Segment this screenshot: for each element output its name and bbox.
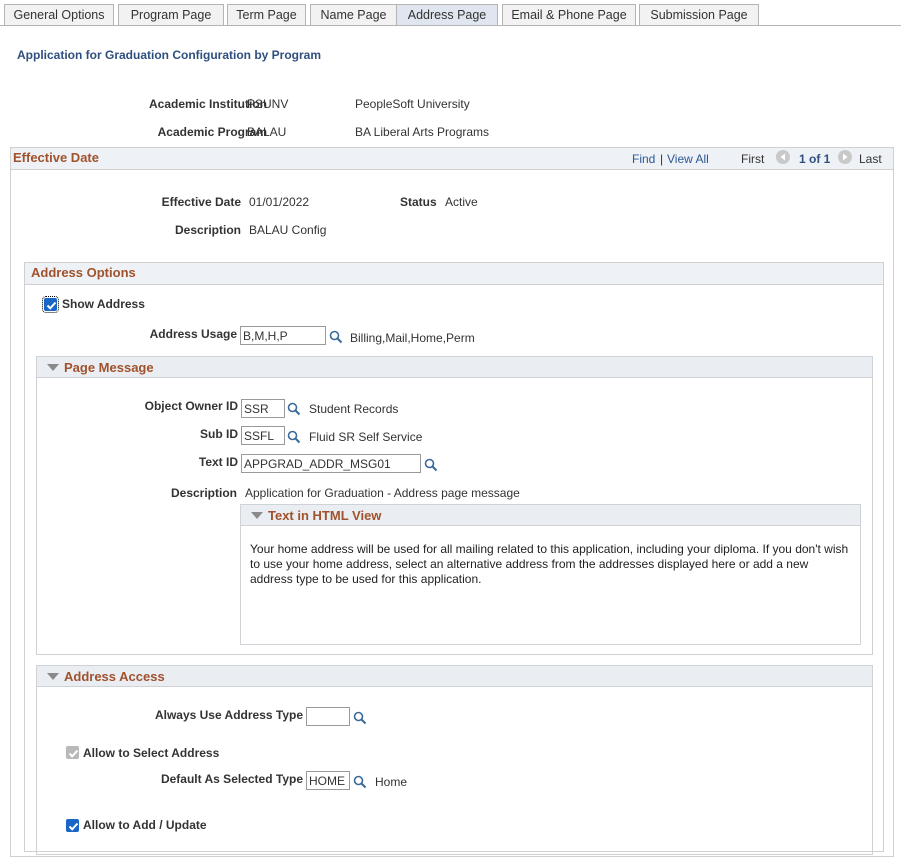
collapse-triangle-icon[interactable] <box>251 512 263 519</box>
effective-date-label: Effective Date <box>161 195 241 209</box>
effective-date-header: Effective Date Find | View All First 1 o… <box>11 148 893 170</box>
institution-description: PeopleSoft University <box>355 97 470 111</box>
previous-arrow-icon[interactable] <box>776 150 790 164</box>
object-owner-description: Student Records <box>309 402 399 416</box>
address-options-header: Address Options <box>25 263 883 285</box>
institution-code: PSUNV <box>247 97 289 111</box>
tab-underline <box>0 25 901 26</box>
next-arrow-icon[interactable] <box>838 150 852 164</box>
status-label: Status <box>400 195 437 209</box>
message-description-label: Description <box>170 486 237 500</box>
magnifier-icon[interactable] <box>353 711 367 725</box>
page-message-header[interactable]: Page Message <box>36 356 873 378</box>
message-description-value: Application for Graduation - Address pag… <box>245 486 520 500</box>
tab-email-phone-page[interactable]: Email & Phone Page <box>502 4 636 25</box>
tab-submission-page[interactable]: Submission Page <box>639 4 759 25</box>
magnifier-icon[interactable] <box>287 430 301 444</box>
sub-id-input[interactable] <box>241 426 285 445</box>
link-separator: | <box>660 152 664 166</box>
show-address-label: Show Address <box>62 297 145 311</box>
allow-to-add-update-label: Allow to Add / Update <box>83 818 207 832</box>
address-access-header[interactable]: Address Access <box>36 665 873 687</box>
magnifier-icon[interactable] <box>424 458 438 472</box>
address-usage-input[interactable] <box>240 326 326 345</box>
effective-date-value: 01/01/2022 <box>249 195 310 209</box>
object-owner-label: Object Owner ID <box>144 399 238 413</box>
always-use-address-type-label: Always Use Address Type <box>154 708 303 722</box>
html-view-title: Text in HTML View <box>268 508 382 523</box>
page-message-title: Page Message <box>64 360 154 375</box>
magnifier-icon[interactable] <box>329 330 343 344</box>
tab-general-options[interactable]: General Options <box>4 4 114 25</box>
page-title: Application for Graduation Configuration… <box>17 48 322 62</box>
address-usage-label: Address Usage <box>149 327 237 341</box>
html-view-panel: Text in HTML View Your home address will… <box>240 504 861 645</box>
view-all-link[interactable]: View All <box>667 152 709 166</box>
default-as-selected-type-label: Default As Selected Type <box>160 772 303 786</box>
always-use-address-type-input[interactable] <box>306 707 350 726</box>
sub-id-label: Sub ID <box>200 427 238 441</box>
tab-program-page[interactable]: Program Page <box>118 4 224 25</box>
row-counter: 1 of 1 <box>799 152 831 166</box>
effective-date-title: Effective Date <box>13 150 99 165</box>
magnifier-icon[interactable] <box>353 775 367 789</box>
description-label: Description <box>174 223 241 237</box>
status-value: Active <box>445 195 478 209</box>
default-as-selected-type-input[interactable] <box>306 771 350 790</box>
html-view-header[interactable]: Text in HTML View <box>240 504 861 526</box>
first-label: First <box>741 152 765 166</box>
program-code: BALAU <box>247 125 287 139</box>
text-id-label: Text ID <box>198 455 238 469</box>
collapse-triangle-icon[interactable] <box>47 673 59 680</box>
address-usage-description: Billing,Mail,Home,Perm <box>350 331 475 345</box>
last-label: Last <box>859 152 882 166</box>
description-value: BALAU Config <box>249 223 327 237</box>
tab-name-page[interactable]: Name Page <box>310 4 397 25</box>
allow-to-add-update-checkbox[interactable] <box>66 819 79 832</box>
text-id-input[interactable] <box>241 454 421 473</box>
program-description: BA Liberal Arts Programs <box>355 125 490 139</box>
find-link[interactable]: Find <box>632 152 655 166</box>
sub-id-description: Fluid SR Self Service <box>309 430 423 444</box>
address-options-title: Address Options <box>31 265 136 280</box>
show-address-checkbox[interactable] <box>42 296 59 313</box>
allow-to-select-address-checkbox <box>66 746 79 759</box>
tab-term-page[interactable]: Term Page <box>227 4 306 25</box>
allow-to-select-address-label: Allow to Select Address <box>83 746 220 760</box>
tab-address-page[interactable]: Address Page <box>396 4 498 26</box>
html-view-text: Your home address will be used for all m… <box>250 542 849 586</box>
object-owner-input[interactable] <box>241 399 285 418</box>
address-access-title: Address Access <box>64 669 165 684</box>
default-as-selected-type-description: Home <box>375 775 408 789</box>
magnifier-icon[interactable] <box>287 402 301 416</box>
collapse-triangle-icon[interactable] <box>47 364 59 371</box>
